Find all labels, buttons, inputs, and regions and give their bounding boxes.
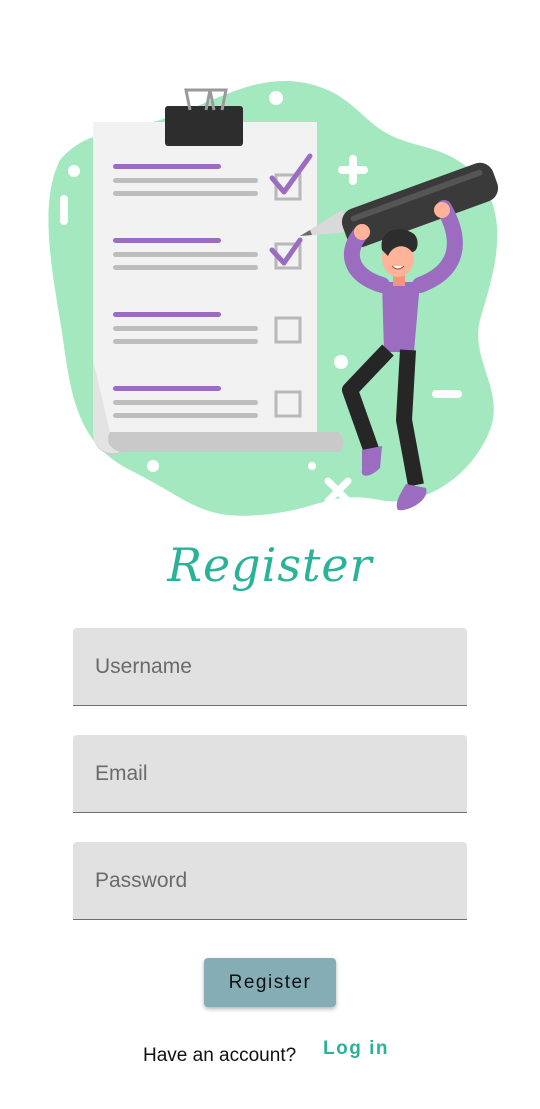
email-input[interactable] xyxy=(73,735,467,812)
username-field-container xyxy=(73,628,467,706)
dot-shape xyxy=(147,460,159,472)
dot-shape xyxy=(334,355,348,369)
password-input[interactable] xyxy=(73,842,467,919)
dot-shape xyxy=(269,91,283,105)
register-button[interactable]: Register xyxy=(204,958,336,1007)
dot-shape xyxy=(308,462,316,470)
dash-shape xyxy=(60,195,68,225)
username-input[interactable] xyxy=(73,628,467,705)
login-link[interactable]: Log in xyxy=(323,1038,389,1060)
dash-shape xyxy=(432,390,462,398)
register-illustration xyxy=(48,80,499,516)
password-field-container xyxy=(73,842,467,920)
dot-shape xyxy=(68,165,80,177)
page-title: Register xyxy=(167,538,373,592)
email-field-container xyxy=(73,735,467,813)
have-account-text: Have an account? xyxy=(143,1045,297,1066)
clipboard-icon xyxy=(93,88,344,455)
